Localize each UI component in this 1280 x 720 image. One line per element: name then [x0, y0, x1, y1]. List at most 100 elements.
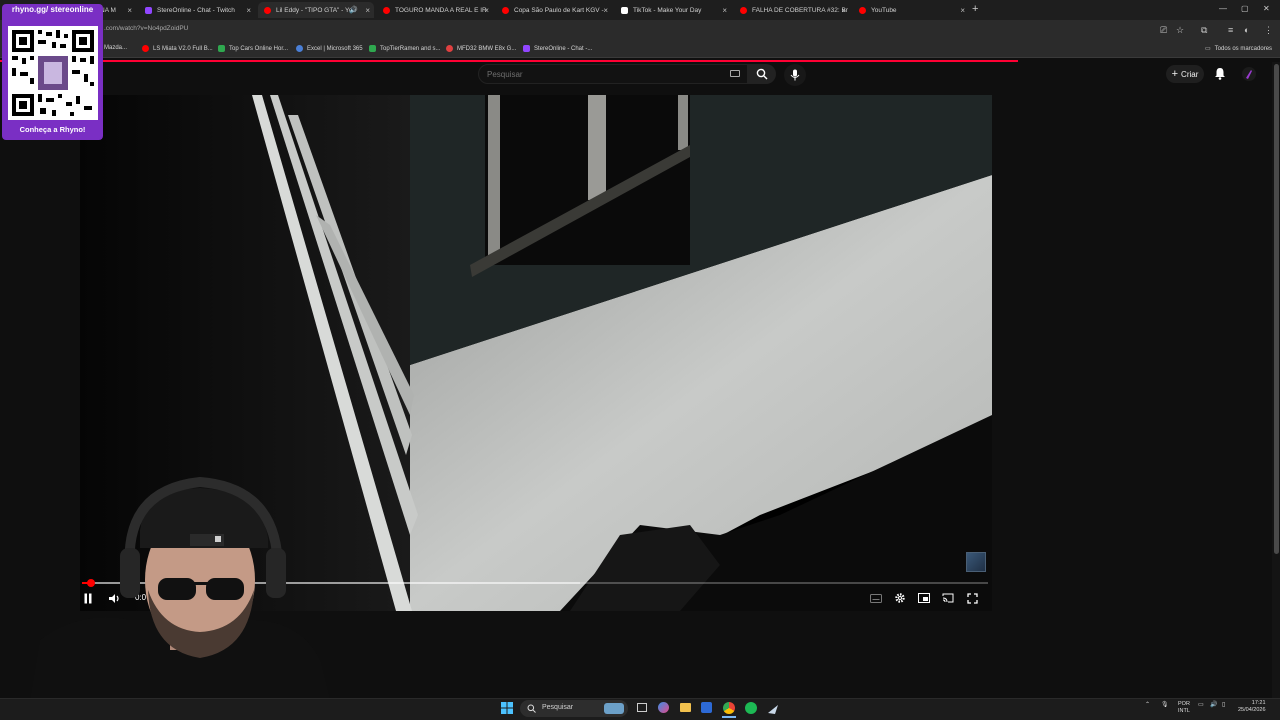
menu-icon[interactable]: ⋮ — [1264, 25, 1273, 36]
url-field[interactable]: .com/watch?v=No4pdZoidPU — [104, 25, 188, 32]
scrollbar-thumb[interactable] — [1274, 64, 1279, 554]
youtube-icon — [264, 6, 271, 14]
file-explorer-icon[interactable] — [680, 703, 691, 712]
bookmark-item[interactable]: MFD32 BMW E8x G... — [446, 45, 516, 52]
bookmark-item[interactable]: LS Miata V2.0 Full B... — [142, 45, 213, 52]
close-icon[interactable]: × — [960, 6, 965, 15]
youtube-icon — [383, 6, 390, 14]
store-icon[interactable] — [701, 702, 712, 713]
new-tab-button[interactable]: + — [972, 3, 978, 15]
microphone-tray-icon[interactable]: 🎙 — [1161, 701, 1169, 708]
settings-button[interactable] — [893, 591, 907, 605]
copilot-icon[interactable] — [658, 702, 669, 713]
tab-title: Copa São Paulo de Kart KGV - — [514, 6, 604, 14]
bookmark-label: Mazda... — [104, 45, 128, 51]
close-icon[interactable]: × — [127, 6, 132, 15]
browser-tab[interactable]: TikTok - Make Your Day × — [615, 2, 731, 18]
steam-icon[interactable] — [767, 702, 779, 714]
language-indicator[interactable]: POR INTL — [1178, 701, 1190, 715]
search-placeholder: Pesquisar — [487, 70, 523, 79]
twitch-icon — [523, 45, 530, 52]
windows-start-icon[interactable] — [501, 702, 513, 714]
bookmark-label: TopTierRamen and s... — [380, 45, 441, 52]
search-highlight-icon — [604, 703, 624, 714]
browser-tab[interactable]: StereOnline - Chat - Twitch × — [139, 2, 255, 18]
search-button[interactable] — [748, 64, 776, 84]
keyboard-icon[interactable] — [730, 70, 740, 77]
active-app-indicator — [722, 716, 736, 718]
youtube-icon — [859, 6, 866, 14]
twitch-icon — [145, 6, 152, 14]
microphone-icon — [790, 69, 800, 81]
maximize-icon[interactable]: ▢ — [1241, 4, 1249, 13]
close-icon[interactable]: × — [603, 6, 608, 15]
create-button[interactable]: + Criar — [1166, 65, 1204, 83]
subtitles-icon — [870, 593, 882, 603]
minimize-icon[interactable]: — — [1219, 4, 1227, 13]
bookmark-item[interactable]: TopTierRamen and s... — [369, 45, 440, 52]
close-icon[interactable]: × — [246, 6, 251, 15]
browser-tab[interactable]: Copa São Paulo de Kart KGV - × — [496, 2, 612, 18]
install-icon[interactable]: ⎚ — [1160, 25, 1167, 36]
bookmark-label: StereOnline - Chat -... — [534, 45, 593, 52]
star-icon[interactable]: ☆ — [1176, 25, 1184, 36]
fullscreen-button[interactable] — [965, 591, 979, 605]
bookmark-item[interactable]: StereOnline - Chat -... — [523, 45, 592, 52]
youtube-icon — [142, 45, 149, 52]
cast-button[interactable] — [941, 591, 955, 605]
browser-tab[interactable]: TOGURO MANDA A REAL E IR × — [377, 2, 493, 18]
extensions-icon[interactable]: ⧉ — [1201, 25, 1207, 36]
tab-title: FALHA DE COBERTURA #32: Br — [752, 6, 848, 14]
fullscreen-icon — [966, 592, 978, 604]
avatar[interactable] — [1242, 67, 1256, 81]
system-clock[interactable]: 17:21 25/04/2026 — [1238, 700, 1266, 714]
close-icon[interactable]: × — [365, 6, 370, 15]
channel-watermark-icon[interactable] — [966, 552, 986, 572]
bookmark-item[interactable]: Mazda... — [104, 45, 127, 51]
plus-icon: + — [1171, 68, 1179, 80]
chrome-icon[interactable] — [723, 702, 735, 714]
bookmark-label: Excel | Microsoft 365 — [307, 45, 363, 52]
close-icon[interactable]: × — [484, 6, 489, 15]
browser-tab[interactable]: YouTube × — [853, 2, 969, 18]
bookmark-label: LS Miata V2.0 Full B... — [153, 45, 213, 52]
battery-icon[interactable]: ▯ — [1222, 701, 1225, 708]
speaker-icon[interactable]: 🔊 — [349, 6, 358, 14]
browser-tab[interactable]: FALHA DE COBERTURA #32: Br × — [734, 2, 850, 18]
youtube-icon — [740, 6, 747, 14]
clock-time: 17:21 — [1251, 700, 1266, 706]
page-loading-bar — [0, 60, 1018, 62]
bookmark-item[interactable]: Top Cars Online Hor... — [218, 45, 288, 52]
close-icon[interactable]: × — [722, 6, 727, 15]
network-icon[interactable]: ▭ — [1198, 701, 1204, 708]
bookmark-item[interactable]: Excel | Microsoft 365 — [296, 45, 363, 52]
sheet-icon — [369, 45, 376, 52]
volume-tray-icon[interactable]: 🔊 — [1210, 701, 1217, 708]
bookmark-label: Top Cars Online Hor... — [229, 45, 289, 52]
close-icon[interactable]: × — [841, 6, 846, 15]
site-icon — [446, 45, 453, 52]
tray-overflow-icon[interactable]: ⌃ — [1145, 701, 1150, 708]
tab-title: YouTube — [871, 6, 897, 14]
folder-icon: ▭ — [1205, 46, 1211, 52]
all-bookmarks[interactable]: ▭ Todos os marcadores — [1205, 45, 1272, 53]
qr-cta: Conheça a Rhyno! — [19, 125, 86, 134]
tab-title: Lil Eddy - "TIPO GTA" - You — [276, 6, 356, 14]
sponsor-qr-overlay: rhyno.gg/ stereonline Conheça a Rhyno! — [2, 4, 103, 140]
tab-title: StereOnline - Chat - Twitch — [157, 6, 235, 14]
spotify-icon[interactable] — [745, 702, 757, 714]
media-icon[interactable]: ≡ — [1228, 25, 1233, 35]
miniplayer-button[interactable] — [917, 591, 931, 605]
taskbar-search[interactable]: Pesquisar — [520, 700, 628, 717]
notifications-bell-icon[interactable] — [1214, 67, 1226, 80]
subtitles-button[interactable] — [869, 591, 883, 605]
profile-icon[interactable]: ◐ — [1244, 25, 1249, 35]
bookmarks-bar: Mazda... LS Miata V2.0 Full B... Top Car… — [0, 42, 1280, 58]
browser-tab-active[interactable]: Lil Eddy - "TIPO GTA" - You 🔊 × — [258, 2, 374, 18]
close-window-icon[interactable]: ✕ — [1263, 4, 1270, 13]
tiktok-icon — [621, 6, 628, 14]
voice-search-button[interactable] — [784, 64, 806, 86]
task-view-icon[interactable] — [637, 703, 647, 712]
tab-title: TOGURO MANDA A REAL E IR — [395, 6, 487, 14]
youtube-search-input[interactable]: Pesquisar — [478, 64, 748, 84]
